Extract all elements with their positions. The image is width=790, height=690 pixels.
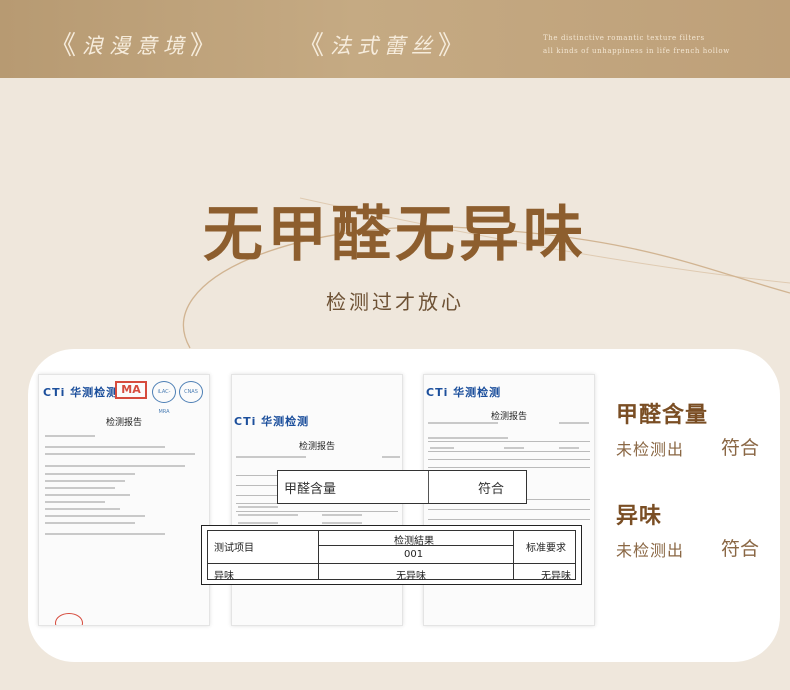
document-title: 检测报告	[105, 418, 142, 428]
bracket-right-icon: 》	[190, 31, 223, 61]
document-title: 检测报告	[490, 412, 527, 422]
col-header-test-item: 测试项目	[214, 543, 254, 554]
odor-row-standard: 无异味	[541, 571, 571, 582]
summary-formaldehyde-verdict: 符合	[721, 437, 760, 459]
ilac-certification-icon: iLAC-MRA	[152, 381, 176, 415]
formaldehyde-result-value: 符合	[478, 482, 505, 497]
result-code: 001	[404, 549, 424, 560]
cnas-certification-icon: CNAS	[179, 381, 203, 403]
formaldehyde-result-callout: 甲醛含量 符合	[277, 470, 527, 504]
banner-english-line-1: The distinctive romantic texture filters	[543, 34, 705, 42]
formaldehyde-item-label: 甲醛含量	[284, 482, 337, 497]
banner-tag-romantic: 《浪漫意境》	[50, 24, 222, 61]
cti-logo: CTi 华测检测	[43, 386, 119, 399]
cti-logo: CTi 华测检测	[234, 415, 310, 428]
bracket-left-icon: 《	[50, 31, 83, 61]
summary-odor-title: 异味	[616, 504, 663, 529]
subline: 检测过才放心	[326, 290, 464, 314]
test-report-document-1: CTi 华测检测 MA iLAC-MRA CNAS 检测报告	[38, 374, 210, 626]
col-header-test-result: 检测結果	[394, 536, 434, 547]
top-banner: 《浪漫意境》 《法式蕾丝》 The distinctive romantic t…	[0, 0, 790, 78]
banner-tag-lace: 《法式蕾丝》	[298, 24, 470, 61]
red-stamp-icon	[55, 613, 83, 625]
odor-result-callout: 测试项目 检测結果 001 标准要求 异味 无异味 无异味	[201, 525, 582, 585]
banner-tag-lace-text: 法式蕾丝	[330, 34, 439, 58]
cti-logo: CTi 华测检测	[426, 386, 502, 399]
headline: 无甲醛无异味	[203, 200, 587, 270]
summary-odor-detail: 未检测出	[616, 541, 685, 560]
summary-formaldehyde-detail: 未检测出	[616, 440, 685, 459]
banner-english-line-2: all kinds of unhappiness in life french …	[543, 47, 730, 55]
odor-row-item: 异味	[214, 571, 234, 582]
col-header-standard: 标准要求	[526, 543, 566, 554]
bracket-right-icon: 》	[438, 31, 471, 61]
document-title: 检测报告	[298, 442, 335, 452]
odor-row-result: 无异味	[396, 571, 426, 582]
banner-tag-romantic-text: 浪漫意境	[82, 34, 191, 58]
summary-formaldehyde-title: 甲醛含量	[616, 403, 709, 428]
cma-seal-icon: MA	[115, 381, 147, 399]
summary-odor-verdict: 符合	[721, 538, 760, 560]
bracket-left-icon: 《	[298, 31, 331, 61]
